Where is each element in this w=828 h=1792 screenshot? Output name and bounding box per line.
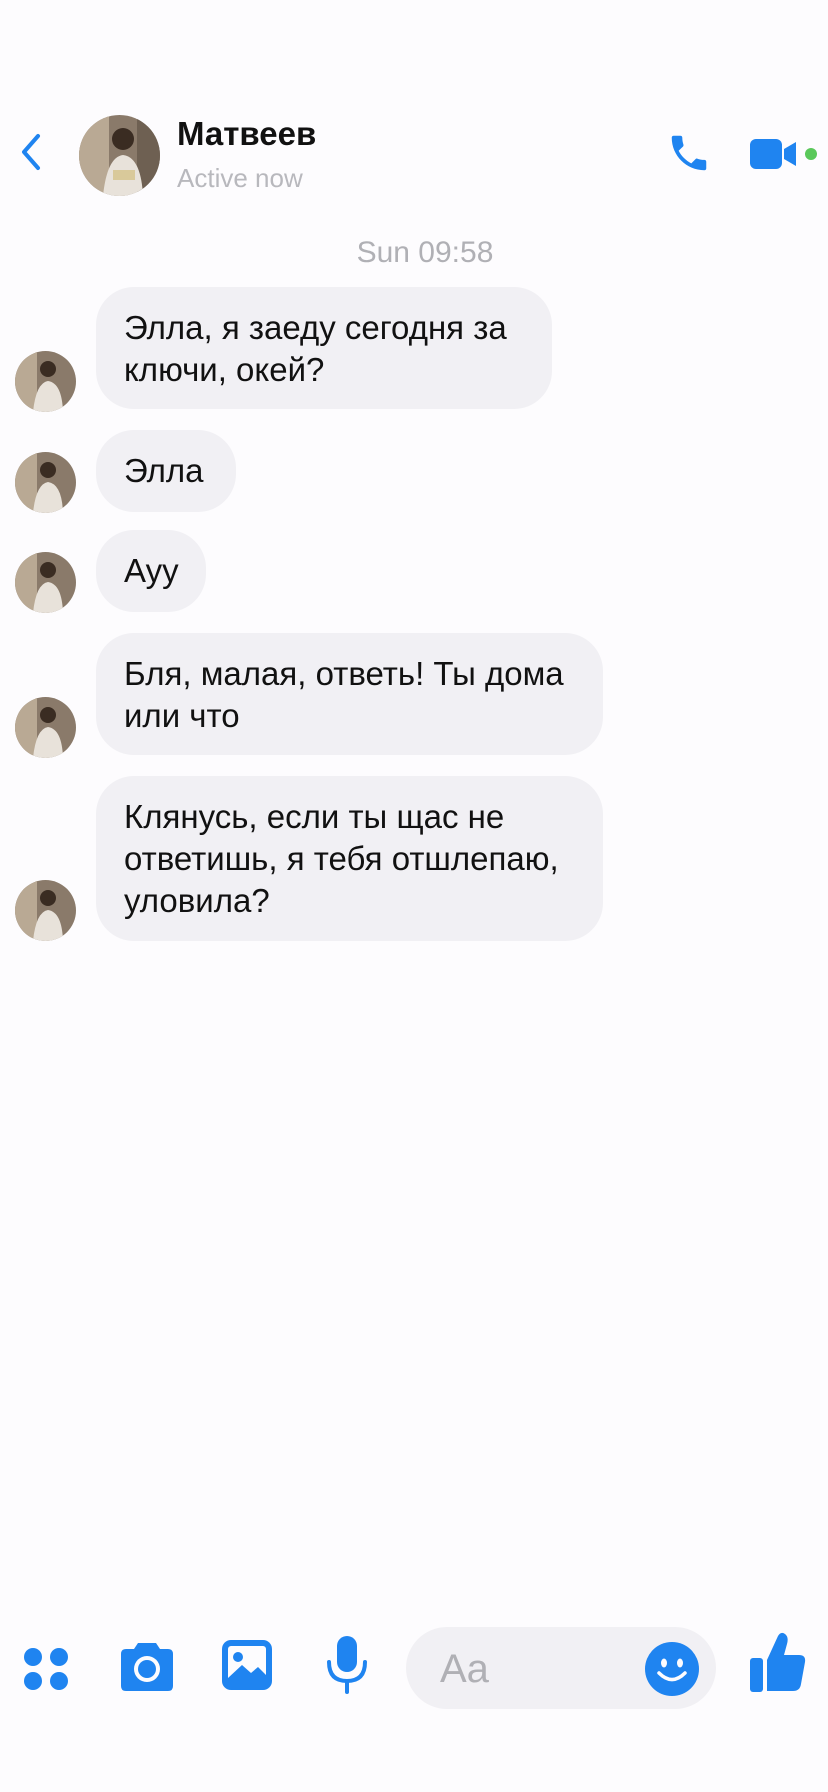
message-avatar[interactable] — [15, 697, 76, 758]
contact-status: Active now — [177, 163, 303, 193]
message-input-placeholder: Aa — [440, 1647, 489, 1691]
message-text: Бля, малая, ответь! Ты дома — [124, 655, 564, 692]
online-indicator — [805, 148, 817, 160]
camera-button[interactable] — [117, 1640, 177, 1694]
message-avatar[interactable] — [15, 880, 76, 941]
voice-call-button[interactable] — [666, 130, 712, 176]
camera-icon — [121, 1643, 173, 1691]
message-input[interactable]: Aa — [406, 1627, 716, 1709]
message-bubble[interactable]: Элла — [96, 430, 236, 512]
message-bubble[interactable]: Клянусь, если ты щас не ответишь, я тебя… — [96, 776, 603, 941]
message-composer: Aa — [0, 1620, 828, 1730]
video-camera-icon — [750, 139, 796, 169]
chat-header: Матвеев Active now — [0, 100, 828, 200]
phone-icon — [671, 135, 707, 171]
back-chevron-icon — [22, 134, 40, 170]
message-text: Элла — [124, 452, 204, 489]
back-button[interactable] — [14, 132, 50, 172]
message-avatar[interactable] — [15, 351, 76, 412]
voice-message-button[interactable] — [324, 1634, 370, 1696]
contact-name[interactable]: Матвеев — [177, 115, 316, 153]
emoji-button[interactable] — [644, 1641, 700, 1697]
message-text: ответишь, я тебя отшлепаю, — [124, 840, 559, 877]
apps-button[interactable] — [22, 1644, 72, 1694]
message-bubble[interactable]: Элла, я заеду сегодня за ключи, окей? — [96, 287, 552, 409]
contact-avatar[interactable] — [79, 115, 160, 196]
conversation-timestamp: Sun 09:58 — [356, 236, 494, 269]
apps-grid-icon — [24, 1648, 68, 1690]
message-text: или что — [124, 697, 240, 734]
like-button[interactable] — [748, 1630, 808, 1694]
message-text: Ауу — [124, 552, 179, 589]
photo-icon — [222, 1640, 272, 1690]
message-bubble[interactable]: Ауу — [96, 530, 206, 612]
thumbs-up-icon — [750, 1632, 806, 1692]
microphone-icon — [327, 1636, 367, 1694]
message-text: Клянусь, если ты щас не — [124, 798, 505, 835]
video-call-button[interactable] — [748, 136, 798, 172]
message-text: ключи, окей? — [124, 351, 325, 388]
message-text: уловила? — [124, 882, 270, 919]
message-avatar[interactable] — [15, 552, 76, 613]
message-text: Элла, я заеду сегодня за — [124, 309, 507, 346]
chat-screen: Матвеев Active now Sun 09:58 Элла, я зае… — [0, 0, 828, 1792]
emoji-icon — [645, 1642, 699, 1696]
message-avatar[interactable] — [15, 452, 76, 513]
message-bubble[interactable]: Бля, малая, ответь! Ты дома или что — [96, 633, 603, 755]
photo-button[interactable] — [220, 1638, 274, 1692]
